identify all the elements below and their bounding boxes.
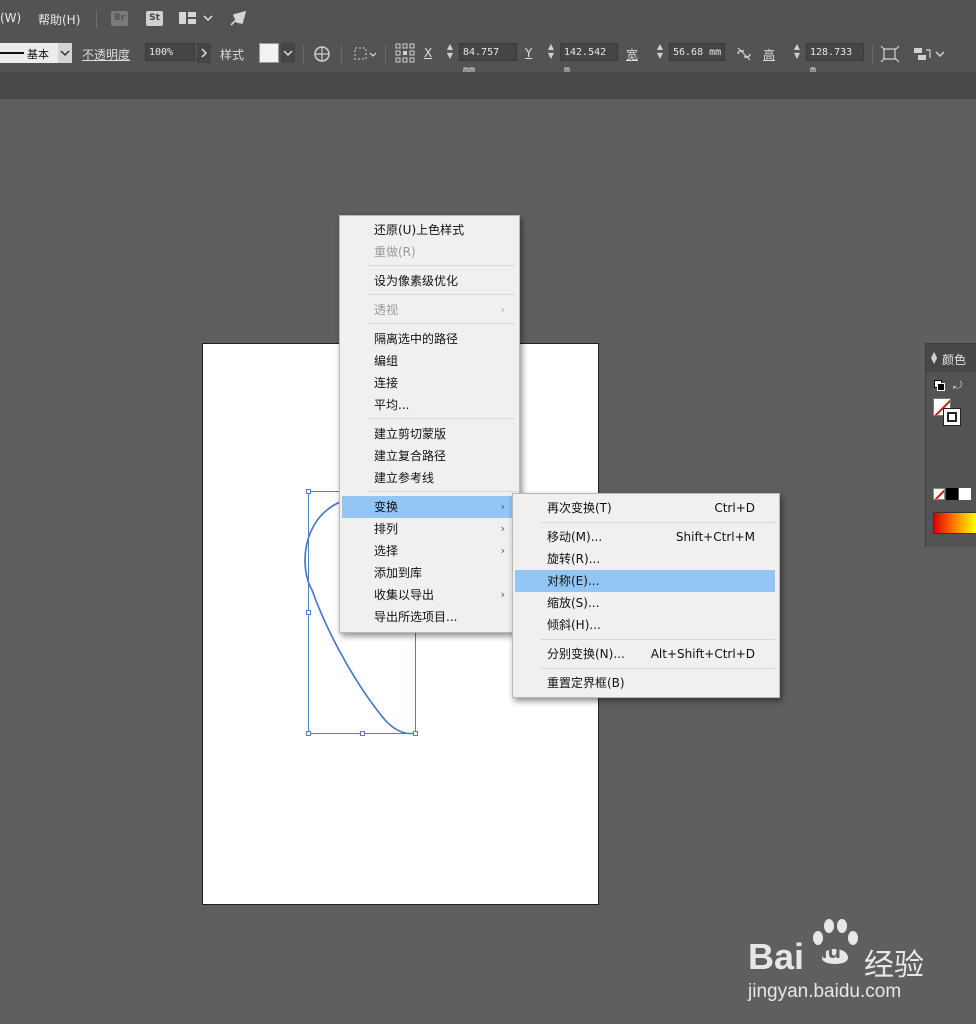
watermark-brand-du: du [814,938,841,963]
menu-item-label: 还原(U)上色样式 [374,223,465,237]
menu-separator [368,418,515,419]
stroke-swatch[interactable] [943,408,961,426]
menu-item-label: 重置定界框(B) [547,676,625,690]
context-menu-item[interactable]: 平均... [342,394,515,416]
watermark-product: 经验 [864,948,924,983]
context-menu-item[interactable]: 变换 › [342,496,515,518]
submenu-item[interactable]: 旋转(R)... [515,548,775,570]
menu-separator [541,639,775,640]
menu-item-label: 缩放(S)... [547,596,600,610]
menu-item-label: 连接 [374,376,399,390]
menu-item-label: 透视 [374,303,399,317]
menu-item-label: 对称(E)... [547,574,600,588]
context-menu-item[interactable]: 编组 [342,350,515,372]
collapse-arrows-icon[interactable]: ▲ ▼ [931,351,937,365]
context-menu-item[interactable]: 添加到库 [342,562,515,584]
menu-shortcut: Alt+Shift+Ctrl+D [650,647,755,661]
color-panel-title: 颜色 [942,353,967,367]
context-menu-item[interactable]: 选择 › [342,540,515,562]
menu-item-label: 编组 [374,354,399,368]
context-menu-item[interactable]: 排列 › [342,518,515,540]
submenu-item[interactable]: 重置定界框(B) [515,672,775,694]
menu-shortcut: Shift+Ctrl+M [675,530,755,544]
context-menu-item[interactable]: 设为像素级优化 [342,270,515,292]
context-menu-item: 透视 › [342,299,515,321]
chevron-right-icon: › [500,500,505,513]
menu-item-label: 再次变换(T) [547,501,612,515]
chevron-right-icon: › [500,588,505,601]
watermark-url: jingyan.baidu.com [748,981,902,1002]
context-menu-item[interactable]: 导出所选项目... [342,606,515,628]
swap-colors-icon[interactable]: ⤾ [953,379,962,393]
bbox-handle[interactable] [306,489,311,494]
bbox-handle[interactable] [306,731,311,736]
menu-item-label: 收集以导出 [374,588,435,602]
submenu-item[interactable]: 再次变换(T) Ctrl+D [515,497,775,519]
submenu-item[interactable]: 分别变换(N)... Alt+Shift+Ctrl+D [515,643,775,665]
menu-item-label: 倾斜(H)... [547,618,601,632]
bbox-handle[interactable] [413,731,418,736]
white-swatch[interactable] [959,488,971,500]
black-swatch[interactable] [946,488,958,500]
menu-item-label: 导出所选项目... [374,610,458,624]
menu-item-label: 分别变换(N)... [547,647,625,661]
default-colors-icon[interactable] [934,380,945,391]
submenu-item[interactable]: 缩放(S)... [515,592,775,614]
bbox-handle[interactable] [360,731,365,736]
chevron-right-icon: › [500,303,505,316]
submenu-item[interactable]: 对称(E)... [515,570,775,592]
baidu-jingyan-watermark: Bai du 经验 jingyan.baidu.com [748,916,968,1016]
context-menu-item[interactable]: 收集以导出 › [342,584,515,606]
submenu-item[interactable]: 倾斜(H)... [515,614,775,636]
menu-item-label: 设为像素级优化 [374,274,459,288]
menu-separator [368,323,515,324]
menu-item-label: 旋转(R)... [547,552,601,566]
chevron-right-icon: › [500,522,505,535]
menu-item-label: 移动(M)... [547,530,603,544]
menu-item-label: 建立参考线 [374,471,435,485]
menu-shortcut: Ctrl+D [714,501,755,515]
menu-item-label: 建立剪切蒙版 [374,427,447,441]
context-menu-item[interactable]: 连接 [342,372,515,394]
watermark-brand: Bai [748,936,805,977]
menu-separator [368,265,515,266]
context-menu-item[interactable]: 还原(U)上色样式 [342,219,515,241]
context-menu-item: 重做(R) [342,241,515,263]
menu-separator [541,668,775,669]
menu-item-label: 重做(R) [374,245,416,259]
submenu-item[interactable]: 移动(M)... Shift+Ctrl+M [515,526,775,548]
context-menu-item[interactable]: 建立参考线 [342,467,515,489]
color-panel: ▲ ▼ 颜色 ⤾ [925,343,976,547]
menu-separator [368,491,515,492]
chevron-right-icon: › [500,544,505,557]
context-menu-item[interactable]: 隔离选中的路径 [342,328,515,350]
bbox-handle[interactable] [306,610,311,615]
context-menu-item[interactable]: 建立复合路径 [342,445,515,467]
context-menu: 还原(U)上色样式 重做(R) 设为像素级优化 透视 › 隔离选中的路径 编组连接平均...… [339,215,520,633]
menu-separator [541,522,775,523]
menu-item-label: 平均... [374,398,410,412]
color-panel-header[interactable]: ▲ ▼ 颜色 [926,344,976,372]
none-color-swatch[interactable] [933,488,945,500]
menu-item-label: 选择 [374,544,399,558]
menu-item-label: 排列 [374,522,399,536]
menu-item-label: 变换 [374,500,399,514]
transform-submenu: 再次变换(T) Ctrl+D 移动(M)... Shift+Ctrl+M 旋转(R)..… [512,493,780,698]
menu-item-label: 添加到库 [374,566,423,580]
menu-item-label: 隔离选中的路径 [374,332,459,346]
context-menu-item[interactable]: 建立剪切蒙版 [342,423,515,445]
menu-item-label: 建立复合路径 [374,449,447,463]
color-spectrum[interactable] [933,512,976,534]
menu-separator [368,294,515,295]
